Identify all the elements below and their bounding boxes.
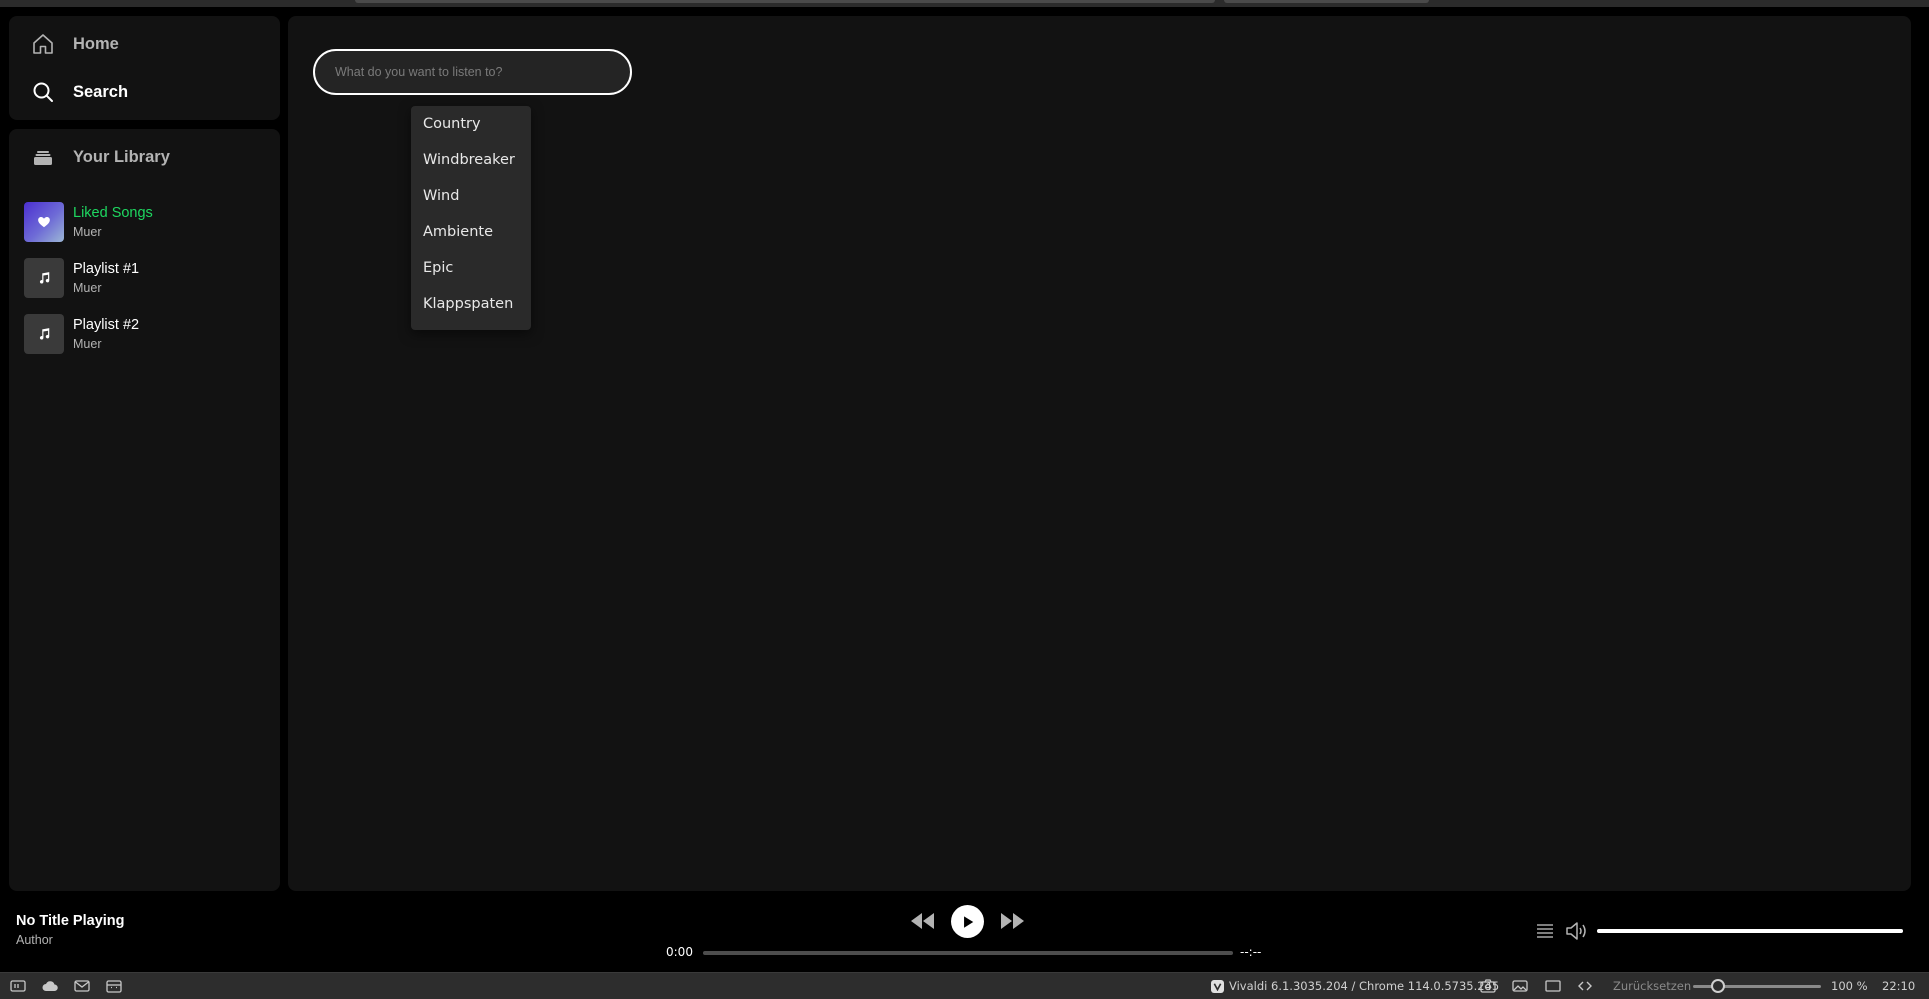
clock: 22:10 [1882, 979, 1916, 993]
next-button[interactable] [998, 911, 1026, 931]
library-header[interactable]: Your Library [31, 145, 170, 169]
browser-tab-hint [355, 0, 1215, 3]
previous-button[interactable] [909, 911, 937, 931]
volume-fill [1597, 929, 1903, 933]
suggestion-item[interactable]: Windbreaker [411, 149, 531, 185]
search-box[interactable] [313, 49, 632, 95]
rewind-icon [911, 913, 934, 929]
library-icon [34, 151, 52, 165]
browser-tab-hint [1224, 0, 1429, 3]
browser-top-strip [0, 0, 1929, 7]
search-suggestions-dropdown: Country Windbreaker Wind Ambiente Epic K… [411, 106, 531, 330]
cloud-sync-icon[interactable] [41, 978, 59, 994]
page-actions-icon[interactable] [1576, 978, 1594, 994]
suggestion-item[interactable]: Klappspaten [411, 293, 531, 329]
playlist-cover [24, 314, 64, 354]
playlist-item-playlist-2[interactable]: Playlist #2 Muer [24, 311, 269, 357]
library-title: Your Library [73, 147, 170, 166]
nav-search[interactable]: Search [31, 80, 128, 104]
browser-status-bar: Vivaldi 6.1.3035.204 / Chrome 114.0.5735… [0, 972, 1929, 999]
playlist-title: Playlist #2 [73, 317, 140, 333]
search-icon [33, 82, 53, 102]
fast-forward-icon [1001, 913, 1024, 929]
mail-icon[interactable] [73, 978, 91, 994]
playlist-owner: Muer [73, 337, 102, 351]
music-note-icon [39, 328, 50, 340]
now-playing-author: Author [16, 933, 53, 947]
volume-slider[interactable] [1597, 929, 1903, 933]
queue-icon[interactable] [1535, 921, 1555, 941]
total-time: --:-- [1240, 945, 1262, 959]
browser-version-text: Vivaldi 6.1.3035.204 / Chrome 114.0.5735… [1229, 979, 1500, 993]
music-note-icon [39, 272, 50, 284]
heart-icon [38, 217, 50, 228]
progress-bar[interactable] [703, 951, 1233, 955]
nav-search-label: Search [73, 82, 129, 101]
search-input[interactable] [335, 65, 615, 79]
nav-home[interactable]: Home [31, 32, 119, 56]
zoom-slider-knob[interactable] [1711, 979, 1725, 993]
playlist-item-liked-songs[interactable]: Liked Songs Muer [24, 199, 269, 245]
suggestion-item[interactable]: Ambiente [411, 221, 531, 257]
playlist-title: Liked Songs [73, 205, 153, 221]
playlist-title: Playlist #1 [73, 261, 140, 277]
nav-home-label: Home [73, 34, 119, 53]
home-icon [33, 34, 53, 54]
zoom-reset-button[interactable]: Zurücksetzen [1613, 979, 1691, 993]
current-time: 0:00 [666, 945, 693, 959]
browser-version: Vivaldi 6.1.3035.204 / Chrome 114.0.5735… [1211, 979, 1499, 993]
play-button[interactable] [951, 905, 984, 938]
playlist-item-playlist-1[interactable]: Playlist #1 Muer [24, 255, 269, 301]
calendar-icon[interactable] [105, 978, 123, 994]
suggestion-item[interactable]: Country [411, 113, 531, 149]
volume-icon[interactable] [1565, 920, 1589, 942]
images-icon[interactable] [1511, 978, 1529, 994]
play-icon [963, 915, 973, 928]
vivaldi-logo-icon [1211, 979, 1224, 993]
main-panel: Country Windbreaker Wind Ambiente Epic K… [288, 16, 1911, 891]
playlist-owner: Muer [73, 281, 102, 295]
page-tiling-icon[interactable] [1544, 978, 1562, 994]
nav-panel: Home Search [9, 16, 280, 120]
liked-songs-cover [24, 202, 64, 242]
playlist-cover [24, 258, 64, 298]
suggestion-item[interactable]: Epic [411, 257, 531, 293]
library-panel: Your Library Liked Songs Muer Playlist #… [9, 129, 280, 891]
zoom-level: 100 % [1831, 979, 1868, 993]
suggestion-item[interactable]: Wind [411, 185, 531, 221]
now-playing-title: No Title Playing [16, 913, 125, 929]
playlist-owner: Muer [73, 225, 102, 239]
capture-icon[interactable] [1479, 978, 1497, 994]
panel-toggle-icon[interactable] [9, 978, 27, 994]
